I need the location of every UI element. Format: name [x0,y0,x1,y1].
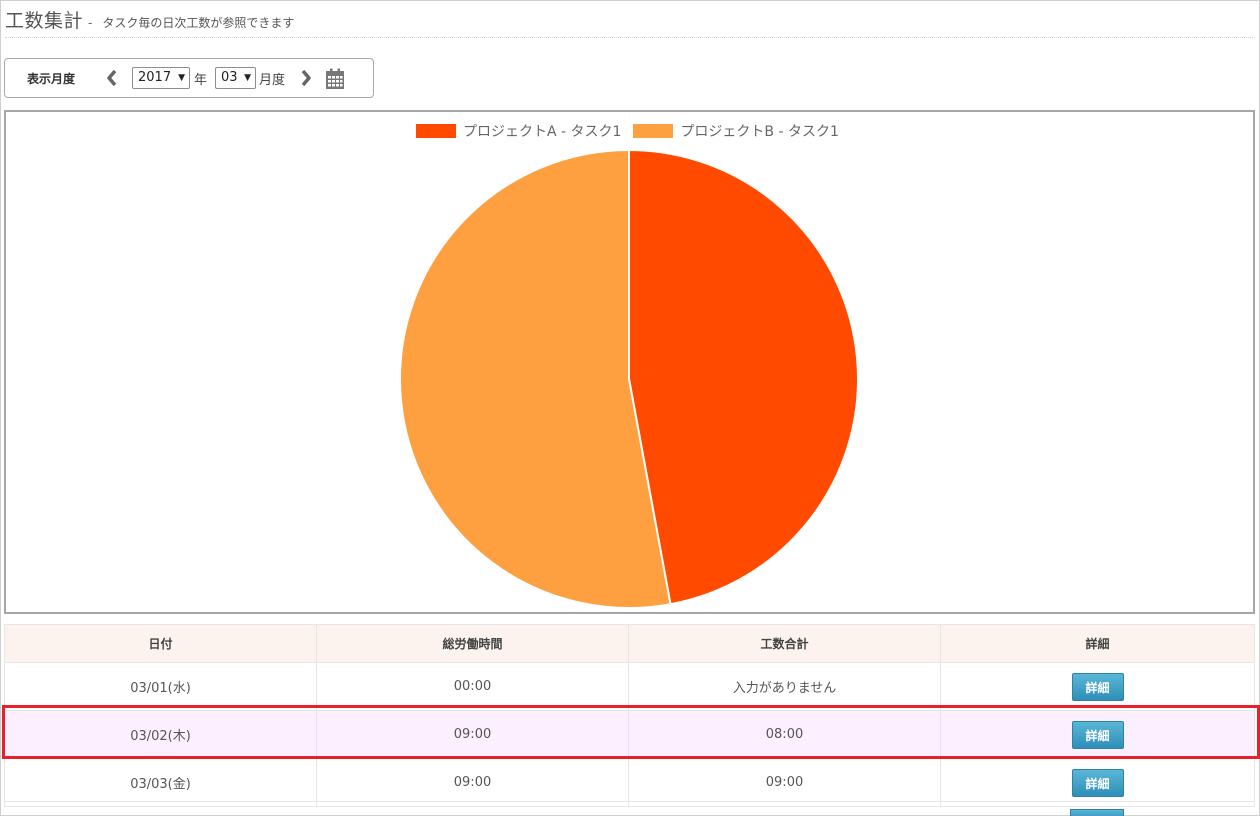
chevron-down-icon: ▼ [178,73,185,83]
year-select[interactable]: 2017 ▼ [132,67,190,89]
cell-date: 03/03(金) [4,758,317,807]
title-separator: - [88,16,93,30]
cell-detail: 詳細 [940,758,1255,807]
detail-button[interactable]: 詳細 [1071,720,1124,749]
table-header-row: 日付 総労働時間 工数合計 詳細 [4,624,1255,663]
cell-effort: 08:00 [628,710,941,759]
table-row: 03/01(水) 00:00 入力がありません 詳細 [4,662,1255,711]
cell-total: 09:00 [316,710,629,759]
header-date: 日付 [4,624,317,663]
month-select[interactable]: 03 ▼ [215,67,256,89]
detail-button[interactable]: 詳細 [1071,672,1124,701]
table-row-partial [4,801,1254,816]
table-row: 03/02(木) 09:00 08:00 詳細 [4,710,1255,759]
chevron-right-icon[interactable] [299,68,313,88]
year-select-value: 2017 [138,70,172,85]
chevron-down-icon: ▼ [244,73,251,83]
cell-date: 03/01(水) [4,662,317,711]
header-total-hours: 総労働時間 [316,624,629,663]
page-header: 工数集計 - タスク毎の日次工数が参照できます [5,6,1253,38]
cell-effort: 09:00 [628,758,941,807]
month-unit: 月度 [259,73,286,88]
page-title: 工数集計 [5,10,84,32]
daily-table: 日付 総労働時間 工数合計 詳細 03/01(水) 00:00 入力がありません… [4,624,1255,807]
header-effort-total: 工数合計 [628,624,941,663]
cell-effort: 入力がありません [628,662,941,711]
cell-total: 09:00 [316,758,629,807]
header-detail: 詳細 [940,624,1255,663]
cell-total: 00:00 [316,662,629,711]
detail-button[interactable]: 詳細 [1071,768,1124,797]
detail-button-partial[interactable] [1070,809,1124,816]
pie-slice-1[interactable] [399,148,672,609]
month-selector: 表示月度 2017 ▼ 年 03 ▼ 月度 [4,58,374,98]
cell-detail: 詳細 [940,662,1255,711]
pie-svg [399,148,859,609]
pie-slice-0[interactable] [628,148,859,606]
page-subtitle: タスク毎の日次工数が参照できます [102,16,295,30]
calendar-icon[interactable] [325,68,345,90]
year-unit: 年 [194,73,208,88]
cell-date: 03/02(木) [4,710,317,759]
cell-detail: 詳細 [940,710,1255,759]
pie-chart: プロジェクトA - タスク1 プロジェクトB - タスク1 [4,110,1255,614]
table-row: 03/03(金) 09:00 09:00 詳細 [4,758,1255,807]
chevron-left-icon[interactable] [105,68,119,88]
month-select-value: 03 [221,70,238,85]
month-selector-label: 表示月度 [27,72,76,86]
